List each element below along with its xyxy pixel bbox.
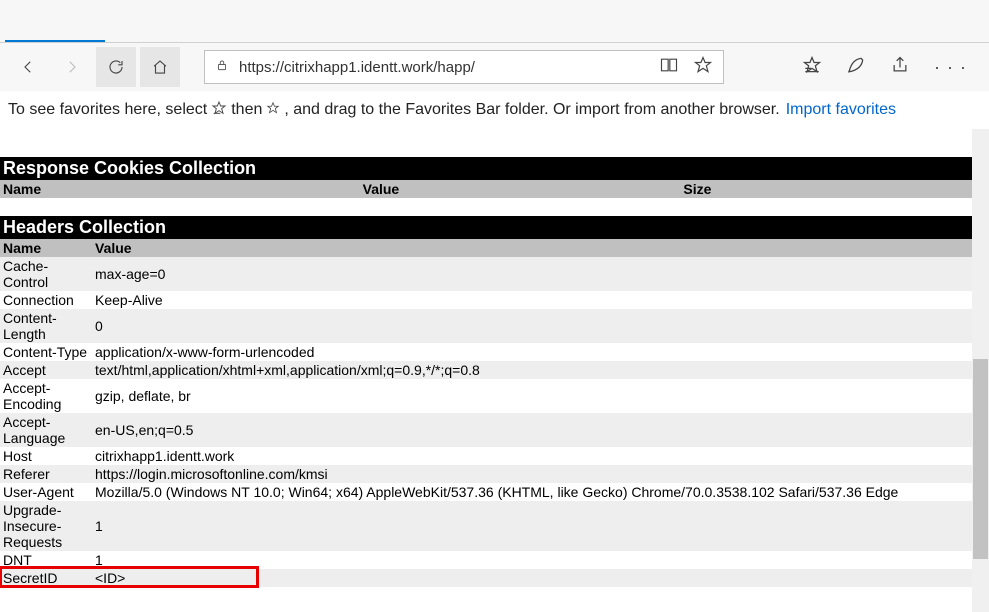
favorites-list-icon[interactable] <box>802 55 822 80</box>
header-value-cell: application/x-www-form-urlencoded <box>92 343 972 361</box>
header-name-cell: Upgrade-Insecure-Requests <box>0 501 92 551</box>
cookies-table: Name Value Size <box>0 180 972 198</box>
header-name-cell: Connection <box>0 291 92 309</box>
col-name: Name <box>0 239 92 257</box>
favorite-star-icon[interactable] <box>693 55 713 80</box>
address-bar[interactable] <box>204 50 724 84</box>
header-name-cell: Cache-Control <box>0 257 92 291</box>
col-value: Value <box>360 180 681 198</box>
page-content: Response Cookies Collection Name Value S… <box>0 129 972 612</box>
toolbar-right: · · · <box>802 55 981 80</box>
active-tab-indicator <box>5 40 105 42</box>
col-size: Size <box>680 180 972 198</box>
cookies-section-title: Response Cookies Collection <box>0 157 972 180</box>
reading-view-icon[interactable] <box>659 55 679 80</box>
header-value-cell: Mozilla/5.0 (Windows NT 10.0; Win64; x64… <box>92 483 972 501</box>
refresh-button[interactable] <box>96 47 136 87</box>
back-button[interactable] <box>8 47 48 87</box>
table-row: Upgrade-Insecure-Requests1 <box>0 501 972 551</box>
table-row: User-AgentMozilla/5.0 (Windows NT 10.0; … <box>0 483 972 501</box>
table-row: Cache-Controlmax-age=0 <box>0 257 972 291</box>
table-row: Accept-Encodinggzip, deflate, br <box>0 379 972 413</box>
tab-strip <box>0 0 989 43</box>
lock-icon <box>215 58 229 77</box>
fav-bar-text: , and drag to the Favorites Bar folder. … <box>284 101 779 119</box>
header-value-cell: gzip, deflate, br <box>92 379 972 413</box>
header-name-cell: Content-Length <box>0 309 92 343</box>
favorites-bar: To see favorites here, select then , and… <box>0 91 989 129</box>
header-name-cell: User-Agent <box>0 483 92 501</box>
table-row: Hostcitrixhapp1.identt.work <box>0 447 972 465</box>
col-name: Name <box>0 180 360 198</box>
col-value: Value <box>92 239 972 257</box>
table-row: Content-Length0 <box>0 309 972 343</box>
header-value-cell: en-US,en;q=0.5 <box>92 413 972 447</box>
table-row: ConnectionKeep-Alive <box>0 291 972 309</box>
headers-table: Name Value Cache-Controlmax-age=0Connect… <box>0 239 972 587</box>
more-menu-icon[interactable]: · · · <box>934 57 967 78</box>
notes-icon[interactable] <box>846 55 866 80</box>
header-value-cell: citrixhapp1.identt.work <box>92 447 972 465</box>
header-name-cell: Accept-Language <box>0 413 92 447</box>
forward-button[interactable] <box>52 47 92 87</box>
share-icon[interactable] <box>890 55 910 80</box>
header-name-cell: DNT <box>0 551 92 569</box>
table-row: SecretID<ID> <box>0 569 972 587</box>
header-value-cell: 0 <box>92 309 972 343</box>
star-list-icon <box>211 100 227 121</box>
table-row: Content-Typeapplication/x-www-form-urlen… <box>0 343 972 361</box>
cookies-section: Response Cookies Collection Name Value S… <box>0 157 972 198</box>
header-value-cell: Keep-Alive <box>92 291 972 309</box>
fav-bar-text: To see favorites here, select <box>8 101 207 119</box>
headers-section-title: Headers Collection <box>0 216 972 239</box>
header-name-cell: Content-Type <box>0 343 92 361</box>
address-bar-wrap <box>204 50 778 84</box>
header-name-cell: Host <box>0 447 92 465</box>
fav-bar-text: then <box>231 101 262 119</box>
header-name-cell: Referer <box>0 465 92 483</box>
header-value-cell: text/html,application/xhtml+xml,applicat… <box>92 361 972 379</box>
header-value-cell: https://login.microsoftonline.com/kmsi <box>92 465 972 483</box>
vertical-scrollbar[interactable] <box>972 129 989 612</box>
header-value-cell: 1 <box>92 501 972 551</box>
table-row: DNT1 <box>0 551 972 569</box>
header-value-cell: <ID> <box>92 569 972 587</box>
header-name-cell: SecretID <box>0 569 92 587</box>
browser-toolbar: · · · <box>0 43 989 91</box>
header-value-cell: max-age=0 <box>92 257 972 291</box>
url-input[interactable] <box>239 59 649 76</box>
home-button[interactable] <box>140 47 180 87</box>
scrollbar-thumb[interactable] <box>973 359 988 559</box>
table-row: Accept-Languageen-US,en;q=0.5 <box>0 413 972 447</box>
header-name-cell: Accept-Encoding <box>0 379 92 413</box>
star-icon <box>266 101 280 120</box>
table-row: Refererhttps://login.microsoftonline.com… <box>0 465 972 483</box>
header-name-cell: Accept <box>0 361 92 379</box>
import-favorites-link[interactable]: Import favorites <box>786 101 896 119</box>
table-row: Accepttext/html,application/xhtml+xml,ap… <box>0 361 972 379</box>
headers-section: Headers Collection Name Value Cache-Cont… <box>0 216 972 587</box>
header-value-cell: 1 <box>92 551 972 569</box>
